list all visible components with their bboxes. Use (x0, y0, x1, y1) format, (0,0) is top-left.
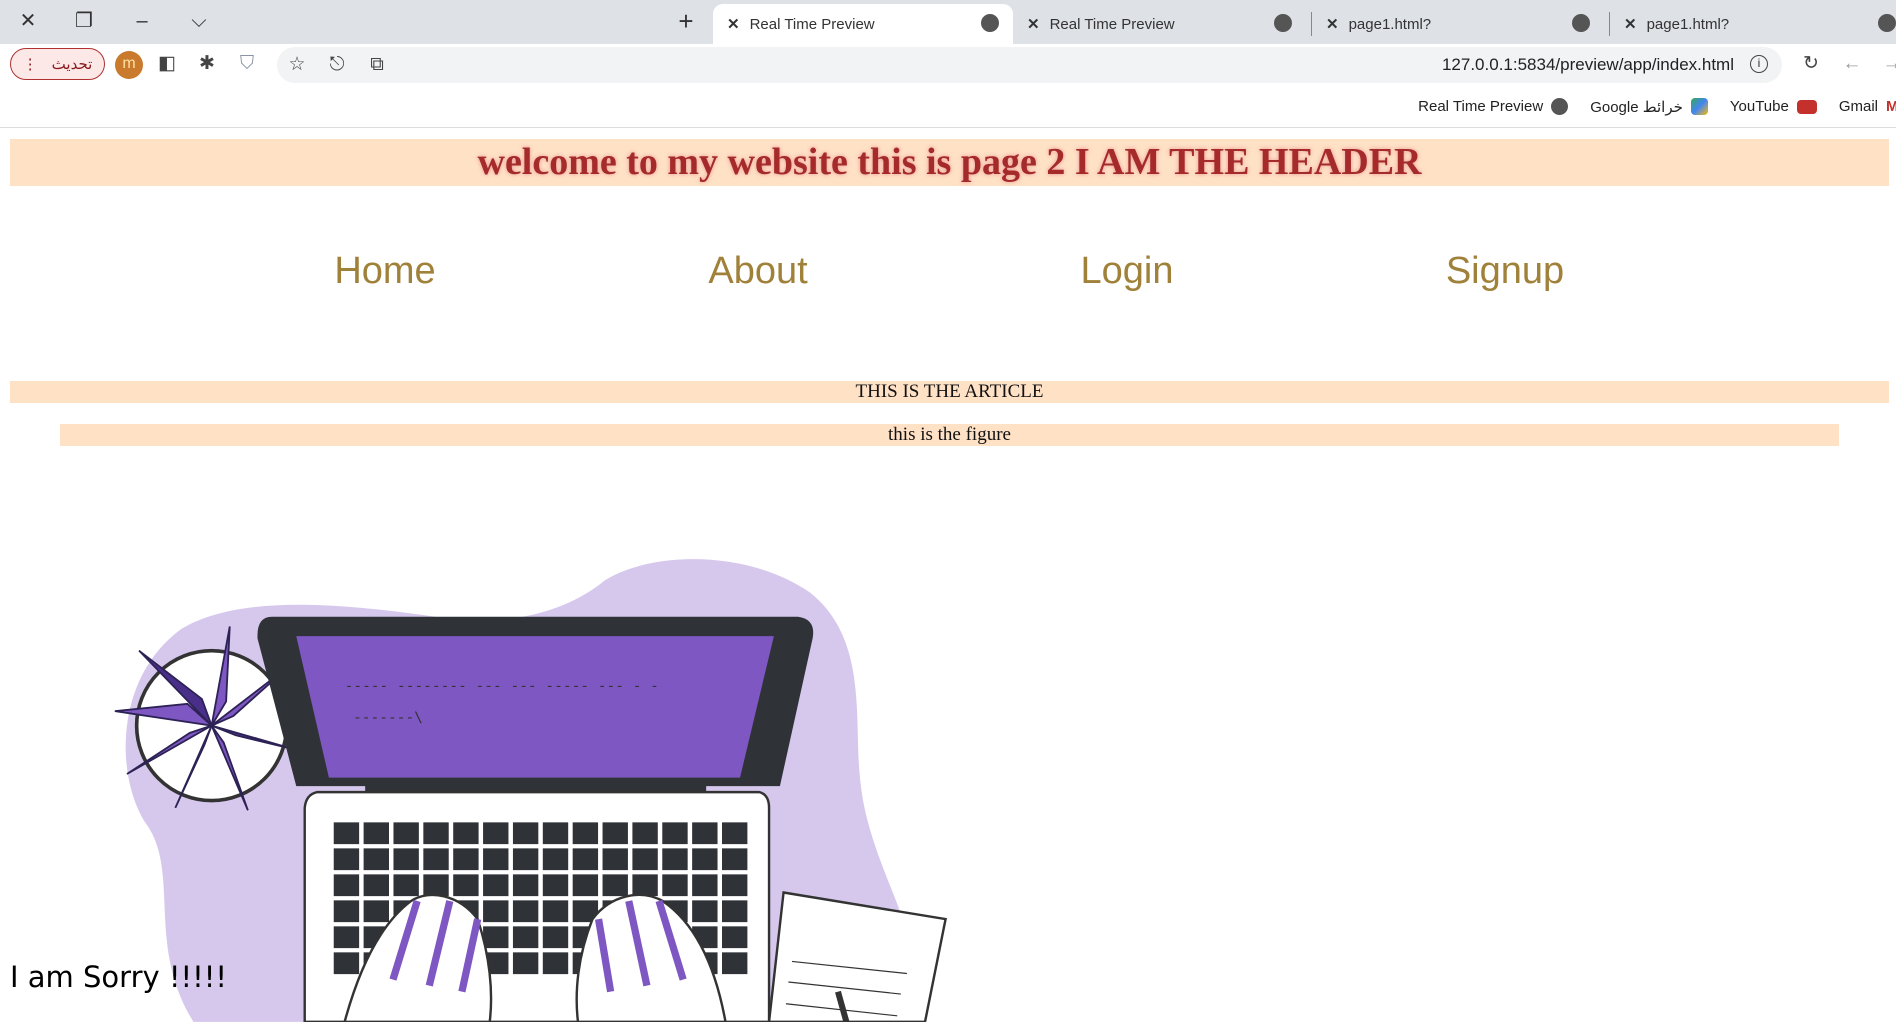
keyboard-key (662, 874, 688, 897)
laptop-screen (296, 636, 774, 778)
keyboard-key (602, 848, 628, 871)
keyboard-key (632, 848, 658, 871)
keyboard-key (423, 822, 449, 845)
keyboard-key (333, 926, 360, 949)
keyboard-key (692, 822, 718, 845)
keyboard-key (632, 822, 658, 845)
notepad (767, 891, 948, 1022)
keyboard-key (363, 822, 389, 845)
keyboard-key (572, 848, 599, 871)
keyboard-key (542, 952, 569, 975)
keyboard-key (423, 874, 449, 897)
keyboard-key (662, 822, 688, 845)
keyboard-key (363, 874, 389, 897)
keyboard-key (722, 874, 748, 897)
keyboard-key (692, 874, 718, 897)
keyboard-key (453, 822, 479, 845)
keyboard-key (542, 822, 569, 845)
keyboard-key (483, 900, 509, 923)
keyboard-key (483, 822, 509, 845)
keyboard-key (512, 848, 539, 871)
keyboard-key (512, 874, 539, 897)
keyboard-key (333, 848, 360, 871)
keyboard-key (722, 952, 748, 975)
keyboard-key (453, 874, 479, 897)
keyboard-key (363, 900, 389, 923)
keyboard-key (542, 848, 569, 871)
keyboard-key (453, 848, 479, 871)
keyboard-key (542, 900, 569, 923)
keyboard-key (393, 822, 419, 845)
keyboard-key (602, 874, 628, 897)
keyboard-key (333, 900, 360, 923)
screen-text-line-1: ----- -------- --- --- ----- --- - - (345, 679, 659, 695)
keyboard-key (393, 848, 419, 871)
keyboard-key (722, 926, 748, 949)
keyboard-key (483, 874, 509, 897)
keyboard-key (393, 874, 419, 897)
keyboard-key (333, 952, 360, 975)
keyboard-key (512, 822, 539, 845)
keyboard-key (512, 952, 539, 975)
keyboard-key (662, 848, 688, 871)
keyboard-key (363, 848, 389, 871)
keyboard-key (333, 822, 360, 845)
keyboard-key (692, 848, 718, 871)
keyboard-key (722, 848, 748, 871)
keyboard-key (483, 926, 509, 949)
keyboard-key (542, 874, 569, 897)
keyboard-key (722, 822, 748, 845)
keyboard-key (692, 900, 718, 923)
keyboard-key (572, 822, 599, 845)
keyboard-key (572, 874, 599, 897)
keyboard-key (333, 874, 360, 897)
keyboard-key (423, 848, 449, 871)
sorry-text: I am Sorry !!!!! (10, 960, 228, 994)
keyboard-key (483, 848, 509, 871)
keyboard-key (512, 926, 539, 949)
laptop-illustration: ----- -------- --- --- ----- --- - - ---… (114, 559, 948, 1022)
keyboard-key (722, 900, 748, 923)
keyboard-key (602, 822, 628, 845)
screen-text-line-2: -------\ (353, 710, 423, 726)
keyboard-key (632, 874, 658, 897)
keyboard-key (542, 926, 569, 949)
keyboard-key (512, 900, 539, 923)
